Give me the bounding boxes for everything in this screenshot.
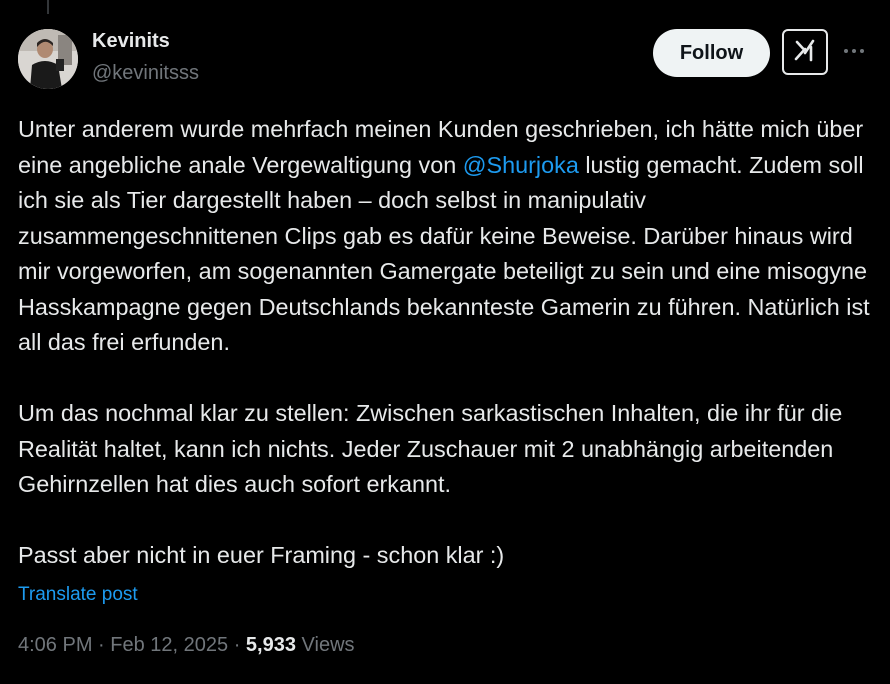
more-icon[interactable] [839,36,869,66]
thread-line [47,0,49,14]
meta-separator: · [92,634,111,656]
avatar[interactable] [18,29,78,89]
views-count: 5,933 [245,634,296,656]
author-name[interactable]: Kevinits [92,30,170,53]
author-handle[interactable]: @kevinitsss [92,62,199,85]
tweet-text: Unter anderem wurde mehrfach meinen Kund… [18,112,878,574]
meta-separator: · [228,634,246,656]
grok-button[interactable] [782,29,828,75]
tweet-paragraph-3: Passt aber nicht in euer Framing - schon… [18,542,505,568]
mention-link[interactable]: @Shurjoka [463,152,579,178]
tweet-meta: 4:06 PM · Feb 12, 2025 · 5,933 Views [18,634,355,657]
follow-button[interactable]: Follow [653,29,770,77]
translate-post-link[interactable]: Translate post [18,584,138,606]
views-label: Views [295,634,355,656]
tweet-text-segment: lustig gemacht. Zudem soll ich sie als T… [18,151,870,356]
post-date[interactable]: Feb 12, 2025 [110,634,228,656]
grok-icon [792,37,818,68]
tweet-paragraph-1: Unter anderem wurde mehrfach meinen Kund… [18,112,878,361]
post-time[interactable]: 4:06 PM [18,634,92,656]
tweet-paragraph-2: Um das nochmal klar zu stellen: Zwischen… [18,400,843,497]
